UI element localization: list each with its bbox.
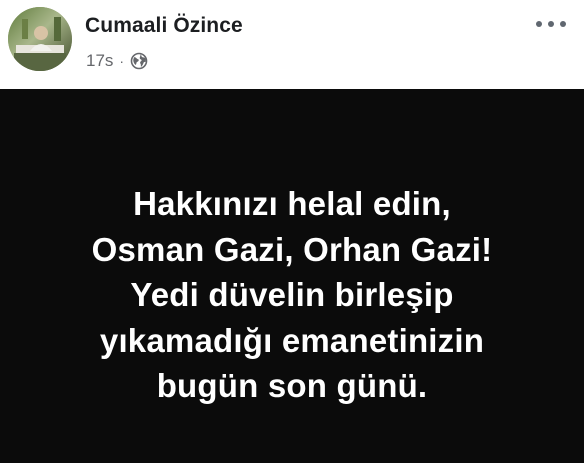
message-line: Yedi düvelin birleşip <box>130 276 454 313</box>
post-timestamp[interactable]: 17s <box>86 51 113 71</box>
post-image[interactable]: Hakkınızı helal edin, Osman Gazi, Orhan … <box>0 89 584 463</box>
meta-separator: · <box>119 53 125 69</box>
more-options-icon[interactable] <box>536 14 566 34</box>
facebook-post: Cumaali Özince 17s · Hakkınızı helal edi… <box>0 0 584 463</box>
message-line: yıkamadığı emanetinizin <box>99 321 485 359</box>
post-meta: 17s · <box>86 50 148 72</box>
message-line: Hakkınızı helal edin, <box>133 185 451 222</box>
post-message: Hakkınızı helal edin, Osman Gazi, Orhan … <box>0 181 584 409</box>
avatar-photo <box>8 7 72 71</box>
more-dot <box>548 21 554 27</box>
post-header: Cumaali Özince 17s · <box>0 0 584 89</box>
globe-icon[interactable] <box>130 52 148 70</box>
more-dot <box>560 21 566 27</box>
more-dot <box>536 21 542 27</box>
author-name[interactable]: Cumaali Özince <box>85 14 243 38</box>
avatar[interactable] <box>8 7 72 71</box>
message-line: bugün son günü. <box>156 367 428 404</box>
message-line: Osman Gazi, Orhan Gazi! <box>91 230 493 268</box>
